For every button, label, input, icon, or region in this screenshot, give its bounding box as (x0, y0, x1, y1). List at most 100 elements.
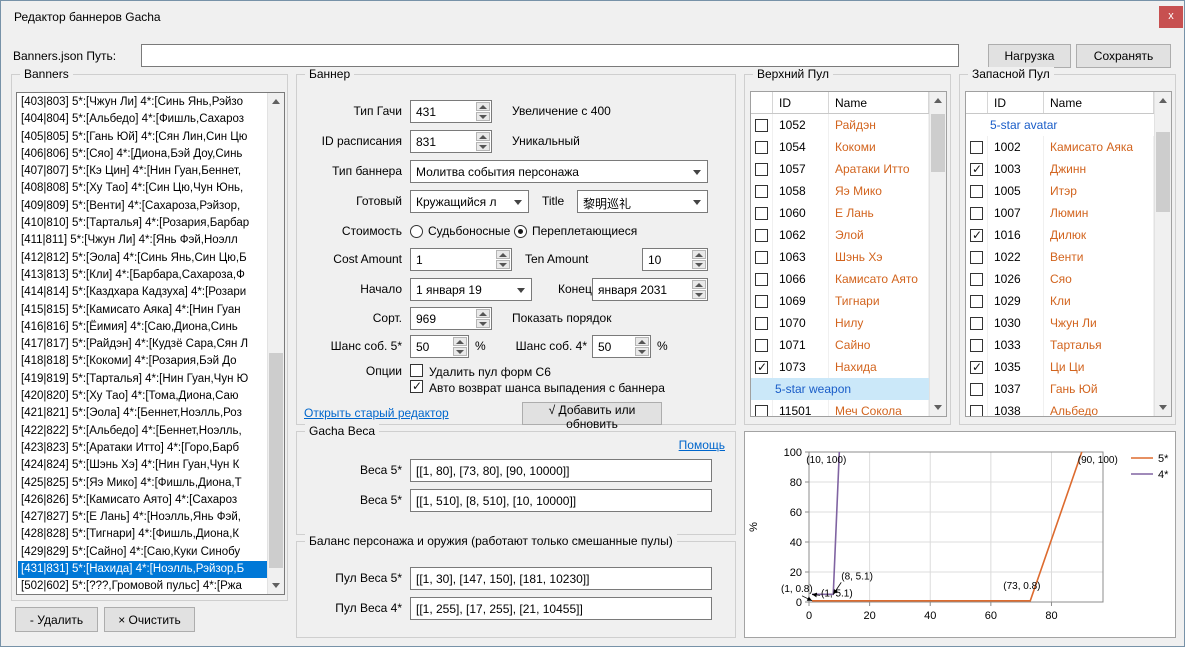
reserve-pool-scrollbar[interactable] (1154, 92, 1171, 416)
spinner-buttons[interactable] (692, 280, 706, 299)
list-item[interactable]: [421|821] 5*:[Эола] 4*:[Беннет,Ноэлль,Ро… (18, 405, 267, 422)
help-link[interactable]: Помощь (679, 438, 725, 452)
scroll-down-icon[interactable] (268, 577, 284, 594)
begin-date-select[interactable]: 1 января 19 (410, 278, 532, 301)
list-item[interactable]: [411|811] 5*:[Чжун Ли] 4*:[Янь Фэй,Ноэлл (18, 232, 267, 249)
spin-up-icon[interactable] (476, 102, 490, 111)
pool-row[interactable]: 1003Джинн (966, 158, 1154, 180)
row-checkbox[interactable] (755, 141, 768, 154)
pool-row[interactable]: 1016Дилюк (966, 224, 1154, 246)
list-item[interactable]: [428|828] 5*:[Тигнари] 4*:[Фишль,Диона,К (18, 526, 267, 543)
row-checkbox[interactable] (755, 361, 768, 374)
title-select[interactable]: 黎明巡礼 (577, 190, 708, 213)
spin-down-icon[interactable] (496, 260, 510, 269)
scroll-up-icon[interactable] (930, 92, 946, 109)
scroll-thumb[interactable] (269, 353, 283, 568)
pool-row[interactable]: 1037Гань Юй (966, 378, 1154, 400)
spin-down-icon[interactable] (476, 319, 490, 328)
scroll-thumb[interactable] (931, 114, 945, 172)
spin-down-icon[interactable] (476, 142, 490, 151)
clear-button[interactable]: × Очистить (104, 607, 195, 632)
list-item[interactable]: [409|809] 5*:[Венти] 4*:[Сахароза,Рэйзор… (18, 198, 267, 215)
row-checkbox[interactable] (970, 185, 983, 198)
spin-down-icon[interactable] (692, 260, 706, 269)
row-checkbox[interactable] (970, 251, 983, 264)
row-checkbox[interactable] (755, 405, 768, 417)
spinner-buttons[interactable] (635, 337, 649, 356)
pool-row[interactable]: 1022Венти (966, 246, 1154, 268)
list-item[interactable]: [408|808] 5*:[Ху Тао] 4*:[Син Цю,Чун Юнь… (18, 180, 267, 197)
spin-up-icon[interactable] (453, 337, 467, 346)
scroll-down-icon[interactable] (930, 399, 946, 416)
pool-section-row[interactable]: 5-star weapon (751, 378, 929, 400)
row-checkbox[interactable] (970, 141, 983, 154)
row-checkbox[interactable] (755, 185, 768, 198)
banners-list[interactable]: [403|803] 5*:[Чжун Ли] 4*:[Синь Янь,Рэйз… (16, 92, 285, 595)
list-item[interactable]: [413|813] 5*:[Кли] 4*:[Барбара,Сахароза,… (18, 267, 267, 284)
spin-down-icon[interactable] (453, 347, 467, 356)
spinner-buttons[interactable] (453, 337, 467, 356)
row-checkbox[interactable] (755, 273, 768, 286)
upper-pool-table[interactable]: ID Name 1052Райдэн1054Кокоми1057Аратаки … (750, 91, 947, 417)
spin-down-icon[interactable] (476, 112, 490, 121)
save-button[interactable]: Сохранять (1076, 44, 1171, 68)
row-checkbox[interactable] (755, 317, 768, 330)
pool-row[interactable]: 1026Сяо (966, 268, 1154, 290)
reserve-pool-table[interactable]: ID Name 5-star avatar1002Камисато Аяка10… (965, 91, 1172, 417)
scroll-up-icon[interactable] (268, 93, 284, 110)
row-checkbox[interactable] (970, 295, 983, 308)
spin-up-icon[interactable] (476, 132, 490, 141)
spin-up-icon[interactable] (476, 309, 490, 318)
col-name-header[interactable]: Name (1044, 92, 1154, 113)
pool-row[interactable]: 1057Аратаки Итто (751, 158, 929, 180)
list-item[interactable]: [424|824] 5*:[Шэнь Хэ] 4*:[Нин Гуан,Чун … (18, 457, 267, 474)
spin-up-icon[interactable] (692, 250, 706, 259)
end-date-input[interactable] (592, 278, 708, 301)
row-checkbox[interactable] (970, 207, 983, 220)
row-checkbox[interactable] (970, 273, 983, 286)
list-item[interactable]: [417|817] 5*:[Райдэн] 4*:[Кудзё Сара,Сян… (18, 336, 267, 353)
titlebar[interactable]: Редактор баннеров Gacha x (1, 1, 1184, 31)
row-checkbox[interactable] (970, 361, 983, 374)
load-button[interactable]: Нагрузка (988, 44, 1071, 68)
list-item[interactable]: [407|807] 5*:[Кэ Цин] 4*:[Нин Гуан,Бенне… (18, 163, 267, 180)
row-checkbox[interactable] (755, 119, 768, 132)
pool-row[interactable]: 1071Сайно (751, 334, 929, 356)
scroll-up-icon[interactable] (1155, 92, 1171, 109)
pool-row[interactable]: 11501Меч Сокола (751, 400, 929, 416)
row-checkbox[interactable] (755, 163, 768, 176)
scroll-thumb[interactable] (1156, 132, 1170, 212)
col-id-header[interactable]: ID (773, 92, 829, 113)
list-item[interactable]: [405|805] 5*:[Гань Юй] 4*:[Сян Лин,Син Ц… (18, 129, 267, 146)
option-remove-pool-checkbox[interactable] (410, 364, 423, 377)
row-checkbox[interactable] (755, 207, 768, 220)
pool-section-row[interactable]: 5-star avatar (966, 114, 1154, 136)
spinner-buttons[interactable] (476, 132, 490, 151)
list-item[interactable]: [419|819] 5*:[Тарталья] 4*:[Нин Гуан,Чун… (18, 371, 267, 388)
pool-row[interactable]: 1060Е Лань (751, 202, 929, 224)
row-checkbox[interactable] (970, 163, 983, 176)
pool-weights4-input[interactable] (410, 597, 712, 620)
list-item[interactable]: [404|804] 5*:[Альбедо] 4*:[Фишль,Сахароз (18, 111, 267, 128)
list-item[interactable]: [423|823] 5*:[Аратаки Итто] 4*:[Горо,Бар… (18, 440, 267, 457)
list-item[interactable]: [415|815] 5*:[Камисато Аяка] 4*:[Нин Гуа… (18, 302, 267, 319)
pool-row[interactable]: 1029Кли (966, 290, 1154, 312)
list-item[interactable]: [429|829] 5*:[Сайно] 4*:[Саю,Куки Синобу (18, 544, 267, 561)
col-id-header[interactable]: ID (988, 92, 1044, 113)
spinner-buttons[interactable] (496, 250, 510, 269)
list-item[interactable]: [412|812] 5*:[Эола] 4*:[Синь Янь,Син Цю,… (18, 250, 267, 267)
pool-row[interactable]: 1030Чжун Ли (966, 312, 1154, 334)
weights4-input[interactable] (410, 489, 712, 512)
list-item[interactable]: [406|806] 5*:[Сяо] 4*:[Диона,Бэй Доу,Син… (18, 146, 267, 163)
old-editor-link[interactable]: Открыть старый редактор (304, 406, 449, 420)
col-name-header[interactable]: Name (829, 92, 929, 113)
pool-row[interactable]: 1066Камисато Аято (751, 268, 929, 290)
prefab-select[interactable]: Кружащийся л (410, 190, 529, 213)
list-item[interactable]: [418|818] 5*:[Кокоми] 4*:[Розария,Бэй До (18, 353, 267, 370)
row-checkbox[interactable] (755, 295, 768, 308)
row-checkbox[interactable] (970, 405, 983, 417)
pool-row[interactable]: 1063Шэнь Хэ (751, 246, 929, 268)
list-item[interactable]: [403|803] 5*:[Чжун Ли] 4*:[Синь Янь,Рэйз… (18, 94, 267, 111)
list-item[interactable]: [425|825] 5*:[Яэ Мико] 4*:[Фишль,Диона,Т (18, 475, 267, 492)
pool-row[interactable]: 1038Альбедо (966, 400, 1154, 416)
